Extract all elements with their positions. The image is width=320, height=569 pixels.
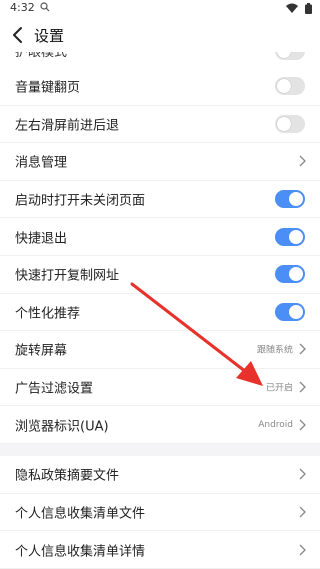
settings-row-label: 音量键翻页 xyxy=(15,80,81,96)
toggle-switch[interactable] xyxy=(275,190,305,209)
settings-row[interactable]: 消息管理 xyxy=(0,143,320,181)
settings-list: 音量键翻页左右滑屏前进后退 消息管理启动时打开未关闭页面 快捷退出快速打开复制网址个… xyxy=(0,68,320,444)
toggle-knob xyxy=(277,116,291,131)
wifi-icon xyxy=(286,3,298,13)
toggle-knob xyxy=(289,192,303,207)
settings-row-value: Android xyxy=(258,419,293,430)
chevron-right-icon xyxy=(299,381,306,393)
settings-row[interactable]: 浏览器标识(UA) Android xyxy=(0,406,320,444)
chevron-right-icon xyxy=(299,343,306,355)
settings-row-label: 护眼模式 xyxy=(15,52,68,60)
battery-icon xyxy=(305,3,312,14)
settings-row-label: 隐私政策摘要文件 xyxy=(15,468,120,484)
settings-row-label: 启动时打开未关闭页面 xyxy=(15,193,146,209)
settings-row-label: 左右滑屏前进后退 xyxy=(15,118,120,134)
settings-row-label: 快捷退出 xyxy=(15,231,68,247)
settings-row-label: 个性化推荐 xyxy=(15,306,81,322)
settings-row[interactable]: 个人信息收集清单详情 xyxy=(0,531,320,569)
toggle-switch[interactable] xyxy=(275,227,305,246)
chevron-right-icon xyxy=(299,468,306,480)
settings-row[interactable]: 音量键翻页 xyxy=(0,68,320,106)
chevron-right-icon xyxy=(299,544,306,556)
settings-row-label: 旋转屏幕 xyxy=(15,343,68,359)
toggle-knob xyxy=(289,304,303,319)
status-bar: 4:32 xyxy=(0,0,320,16)
toggle-switch[interactable] xyxy=(275,114,305,133)
toggle-switch[interactable] xyxy=(275,302,305,321)
settings-row-label: 消息管理 xyxy=(15,155,68,171)
toggle-switch[interactable] xyxy=(275,77,305,96)
page-title: 设置 xyxy=(34,27,65,45)
settings-row-label: 快速打开复制网址 xyxy=(15,268,120,284)
settings-row-label: 个人信息收集清单详情 xyxy=(15,544,146,560)
status-time: 4:32 xyxy=(10,1,35,14)
settings-row-label: 浏览器标识(UA) xyxy=(15,419,109,435)
toggle-switch[interactable] xyxy=(275,265,305,284)
toggle-switch[interactable] xyxy=(275,52,305,60)
settings-row[interactable]: 广告过滤设置 已开启 xyxy=(0,369,320,407)
settings-row-value: 跟随系统 xyxy=(256,345,293,356)
chevron-right-icon xyxy=(299,156,306,167)
settings-row[interactable]: 左右滑屏前进后退 xyxy=(0,106,320,144)
settings-row[interactable]: 隐私政策摘要文件 xyxy=(0,456,320,494)
settings-row-eye-protection[interactable]: 护眼模式 xyxy=(0,52,320,68)
chevron-right-icon xyxy=(299,419,306,431)
settings-row[interactable]: 启动时打开未关闭页面 xyxy=(0,181,320,219)
settings-row[interactable]: 快捷退出 xyxy=(0,218,320,256)
back-arrow-icon[interactable] xyxy=(8,24,28,46)
search-icon xyxy=(40,2,50,12)
settings-row-label: 个人信息收集清单文件 xyxy=(15,506,146,522)
section-divider xyxy=(0,444,320,456)
settings-row-label: 广告过滤设置 xyxy=(15,381,94,397)
toggle-knob xyxy=(289,229,303,244)
toggle-knob xyxy=(289,267,303,282)
settings-row[interactable]: 个性化推荐 xyxy=(0,294,320,332)
settings-row-value: 已开启 xyxy=(265,383,293,394)
chevron-right-icon xyxy=(299,506,306,518)
privacy-list: 隐私政策摘要文件个人信息收集清单文件 个人信息收集清单详情 xyxy=(0,456,320,569)
toggle-knob xyxy=(277,79,291,94)
settings-row[interactable]: 快速打开复制网址 xyxy=(0,256,320,294)
header: 设置 xyxy=(0,18,320,54)
settings-row[interactable]: 旋转屏幕 跟随系统 xyxy=(0,331,320,369)
settings-row[interactable]: 个人信息收集清单文件 xyxy=(0,494,320,532)
